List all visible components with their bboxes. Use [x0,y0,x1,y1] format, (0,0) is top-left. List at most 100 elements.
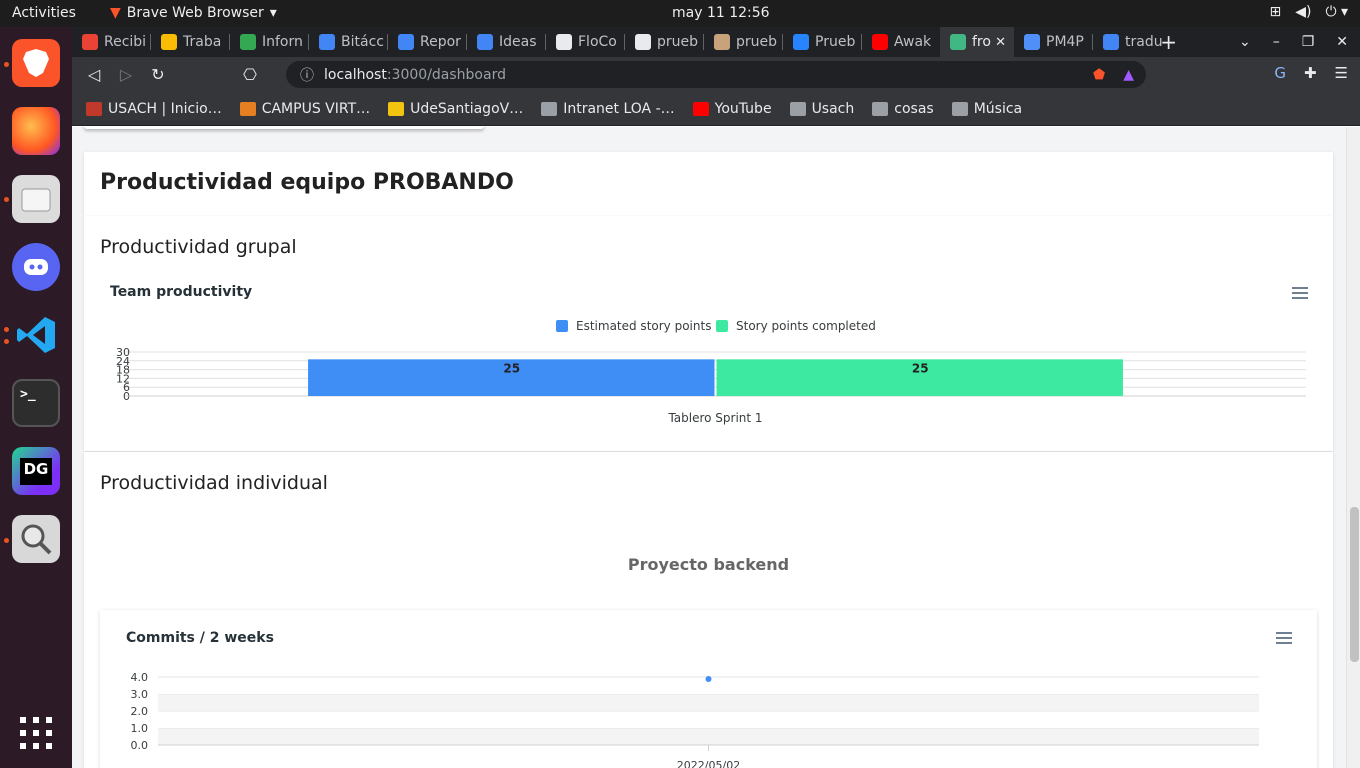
minimize-icon[interactable]: – [1273,34,1280,50]
tab-label: Recibi [104,34,147,50]
browser-toolbar: ◁ ▷ ↻ ⎔ ⓘ localhost:3000/dashboard ⬟ ▲ G… [72,57,1360,92]
translate-icon[interactable]: G [1274,64,1286,82]
menu-icon[interactable]: ☰ [1335,64,1348,82]
browser-tab[interactable]: fro ✕ [940,27,1014,57]
tab-list: Recibi Traba Inforn Bitácc Repor Ideas FloCo pr… [72,27,1171,57]
page-content: Productividad equipo PROBANDO Productivi… [72,127,1360,768]
browser-tab[interactable]: Inforn [230,27,308,57]
site-info-icon[interactable]: ⓘ [300,65,314,85]
tab-favicon-icon [872,34,888,50]
address-bar[interactable]: ⓘ localhost:3000/dashboard ⬟ ▲ [286,61,1146,88]
browser-tab[interactable]: FloCo [546,27,624,57]
bookmark-label: YouTube [714,100,772,117]
commits-chart-card: Commits / 2 weeks 0.0 1.0 2.0 3.0 4.0 2022/05… [100,610,1317,768]
brave-launcher-icon[interactable] [12,39,60,87]
app-menu-label: Brave Web Browser [126,5,264,21]
brave-shields-icon[interactable]: ⬟ [1093,67,1105,83]
tab-favicon-icon [793,34,809,50]
tab-label: tradu [1125,34,1163,50]
bookmark-item[interactable]: CAMPUS VIRT… [239,101,370,117]
bookmark-item[interactable]: Música [951,101,1022,117]
reload-icon[interactable]: ↻ [142,65,174,84]
activities-button[interactable]: Activities [12,5,76,21]
browser-tab[interactable]: Awak [862,27,940,57]
browser-tab[interactable]: Bitácc [309,27,387,57]
system-tray[interactable]: ⊞ ◀) ⏻ ▾ [1269,4,1348,20]
bookmark-icon[interactable]: ⎔ [234,65,266,84]
running-indicator [4,197,9,202]
tab-label: Bitácc [341,34,384,50]
datagrip-launcher-icon[interactable]: DG [12,447,60,495]
bar-data-label: 25 [912,361,929,375]
bookmark-item[interactable]: YouTube [692,100,772,117]
individual-section-title: Productividad individual [100,472,328,494]
legend-marker [556,320,568,332]
forward-icon[interactable]: ▷ [110,65,142,84]
tab-favicon-icon [714,34,730,50]
tab-favicon-icon [319,34,335,50]
close-tab-icon[interactable]: ✕ [995,35,1006,50]
clock[interactable]: may 11 12:56 [672,5,770,21]
tab-search-icon[interactable]: ⌄ [1239,34,1251,50]
bookmark-label: Usach [811,100,855,117]
bookmark-item[interactable]: UdeSantiagoV… [388,101,523,117]
brave-rewards-icon[interactable]: ▲ [1123,67,1134,83]
volume-icon: ◀) [1295,4,1312,20]
tab-favicon-icon [556,34,572,50]
tab-label: Ideas [499,34,537,50]
tab-label: FloCo [578,34,617,50]
bookmark-item[interactable]: USACH | Inicio… [86,101,222,117]
grid-band [158,694,1259,711]
dropdown-fragment [84,127,484,129]
x-tick-label: Tablero Sprint 1 [667,411,762,425]
discord-launcher-icon[interactable] [12,243,60,291]
browser-tab[interactable]: tradu [1093,27,1171,57]
bookmark-favicon-icon [239,101,256,116]
bookmark-item[interactable]: Usach [789,100,855,117]
browser-tab[interactable]: Traba [151,27,229,57]
tab-label: prueb [657,34,699,50]
tab-favicon-icon [950,34,966,50]
url-path: :3000/dashboard [386,66,506,83]
folder-icon [872,101,889,116]
browser-tab[interactable]: Recibi [72,27,150,57]
files-launcher-icon[interactable] [12,175,60,223]
restore-icon[interactable]: ❐ [1302,34,1315,50]
terminal-launcher-icon[interactable]: >_ [12,379,60,427]
grid-band [158,711,1259,728]
toolbar-actions: G ✚ ☰ [1274,64,1348,82]
page-scrollbar[interactable] [1346,127,1360,768]
commits-chart: 0.0 1.0 2.0 3.0 4.0 2022/05/02 [131,671,1259,768]
bookmark-favicon-icon [541,101,558,116]
browser-tab[interactable]: prueb [625,27,703,57]
browser-tab[interactable]: Repor [388,27,466,57]
browser-tab[interactable]: prueb [704,27,782,57]
bookmark-favicon-icon [692,101,709,116]
browser-tab[interactable]: Ideas [467,27,545,57]
scrollbar-thumb[interactable] [1350,507,1359,662]
y-tick-label: 4.0 [131,671,149,684]
bookmark-item[interactable]: Intranet LOA -… [541,101,675,117]
brave-icon: ▼ [110,5,121,21]
y-tick-label: 2.0 [131,705,149,718]
bookmark-item[interactable]: cosas [872,101,934,117]
tab-favicon-icon [240,34,256,50]
browser-tab[interactable]: PM4P [1014,27,1092,57]
tab-favicon-icon [161,34,177,50]
legend-label: Story points completed [736,319,876,333]
app-menu[interactable]: ▼ Brave Web Browser ▾ [110,5,277,21]
back-icon[interactable]: ◁ [78,65,110,84]
extensions-icon[interactable]: ✚ [1304,64,1317,82]
tab-label: PM4P [1046,34,1084,50]
firefox-launcher-icon[interactable] [12,107,60,155]
screenshot-launcher-icon[interactable] [12,515,60,563]
tab-bar: Recibi Traba Inforn Bitácc Repor Ideas FloCo pr… [72,27,1360,57]
show-apps-icon[interactable] [12,709,60,757]
tab-favicon-icon [635,34,651,50]
browser-tab[interactable]: Prueb [783,27,861,57]
data-point [705,676,712,682]
vscode-launcher-icon[interactable] [12,311,60,359]
close-window-icon[interactable]: ✕ [1336,34,1348,50]
grid-band [158,728,1259,745]
tab-label: prueb [736,34,778,50]
